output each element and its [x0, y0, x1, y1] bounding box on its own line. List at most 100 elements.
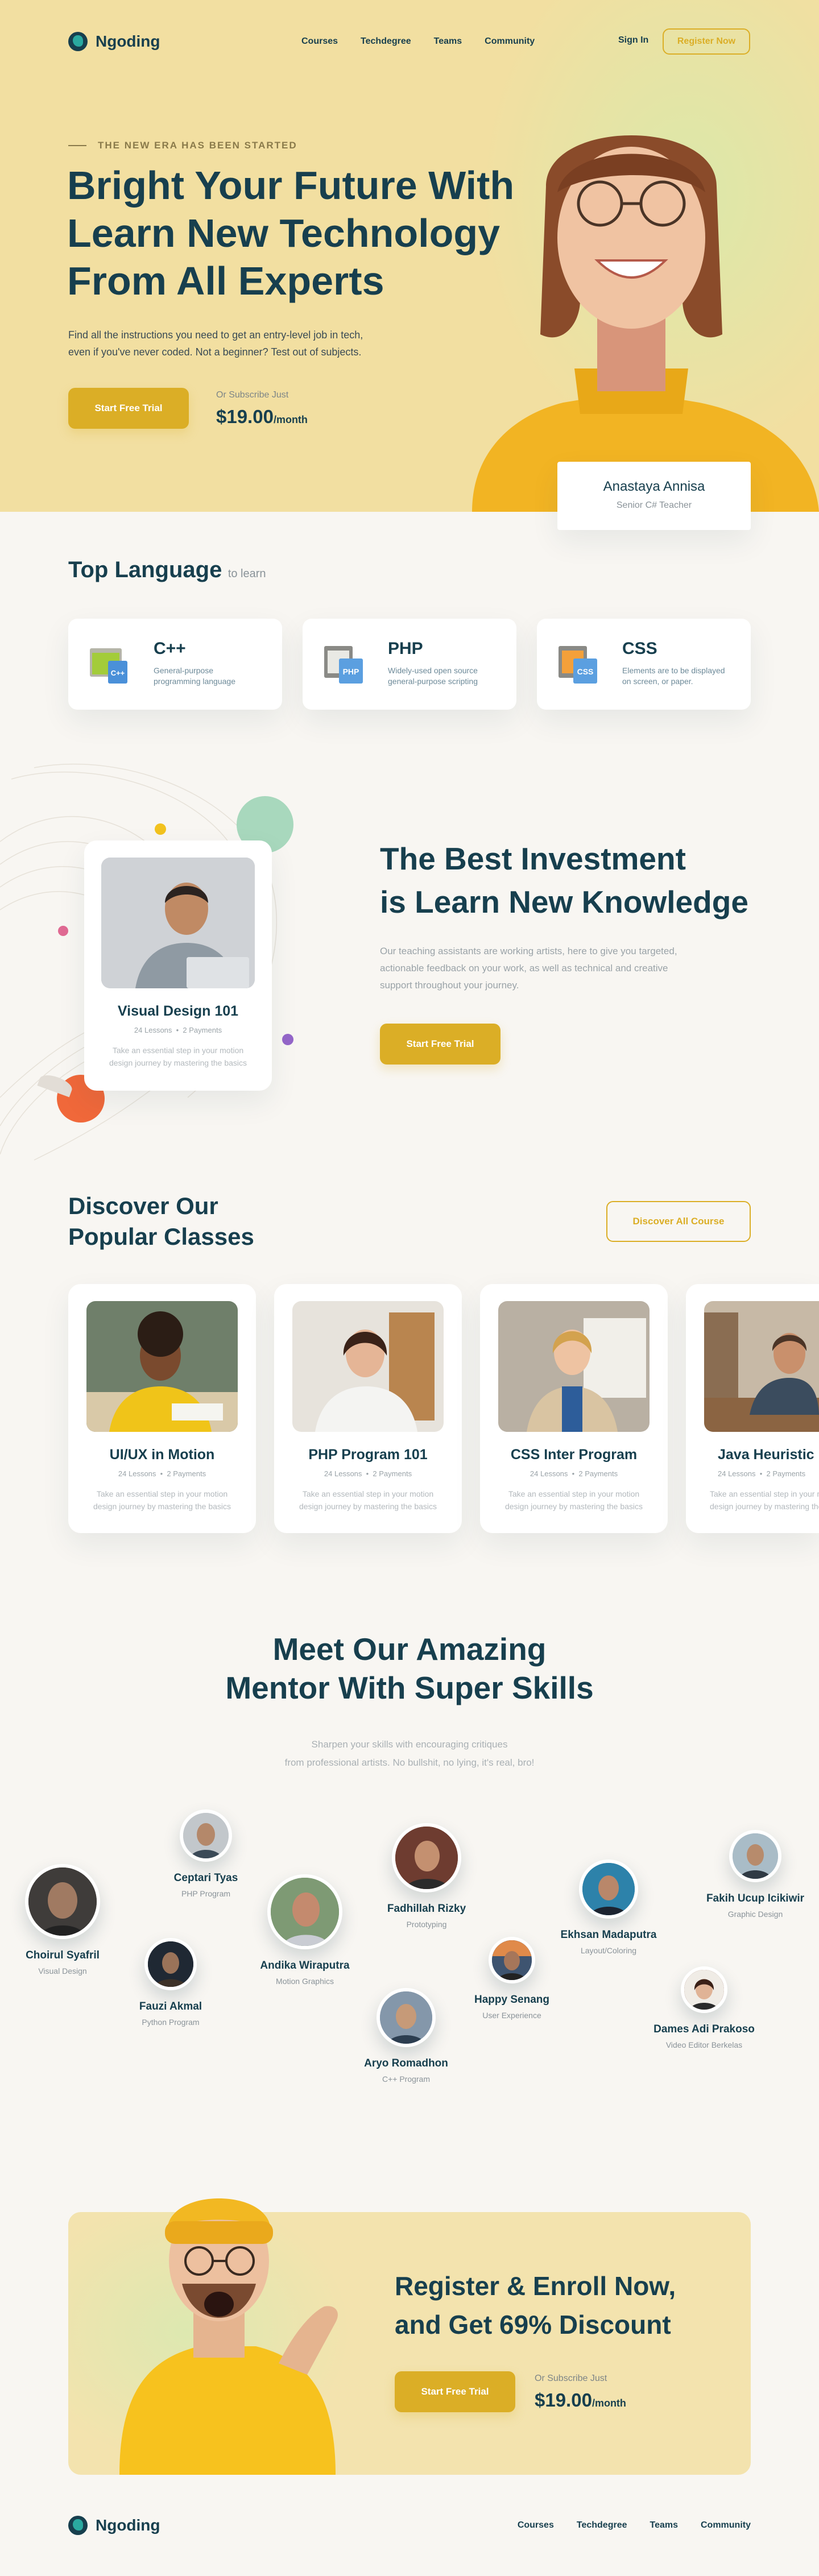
brand-logo[interactable]: Ngoding — [68, 32, 160, 51]
svg-text:PHP: PHP — [343, 667, 359, 676]
class-desc-line: design journey by mastering the basics — [299, 1502, 437, 1511]
mentors-title-line: Mentor With Super Skills — [225, 1670, 594, 1705]
mentor-card[interactable]: Fakih Ucup Icikiwir Graphic Design — [698, 1830, 812, 1919]
investment-desc-line: support throughout your journey. — [380, 980, 519, 991]
teacher-role: Senior C# Teacher — [616, 500, 692, 510]
language-desc: Elements are to be displayed on screen, o… — [622, 665, 725, 687]
language-card-php[interactable]: PHP PHP Widely-used open source general-p… — [303, 619, 516, 710]
language-card-css[interactable]: CSS CSS Elements are to be displayed on s… — [537, 619, 751, 710]
class-card[interactable]: CSS Inter Program 24 Lessons • 2 Payment… — [480, 1284, 668, 1533]
mentor-card[interactable]: Fadhillah Rizky Prototyping — [370, 1823, 483, 1929]
php-file-icon: PHP — [324, 646, 363, 684]
start-free-trial-button[interactable]: Start Free Trial — [68, 388, 189, 429]
class-meta: 24 Lessons • 2 Payments — [324, 1469, 412, 1478]
mentor-card[interactable]: Ekhsan Madaputra Layout/Coloring — [552, 1859, 665, 1955]
investment-description: Our teaching assistants are working arti… — [380, 943, 677, 994]
decor-dot-pink — [58, 926, 68, 936]
mentors-desc-line: Sharpen your skills with encouraging cri… — [311, 1739, 508, 1750]
mentor-card[interactable]: Choirul Syafril Visual Design — [0, 1864, 125, 1976]
footer-logo[interactable]: Ngoding — [68, 2516, 160, 2535]
class-title: CSS Inter Program — [510, 1447, 638, 1463]
mentor-name: Fauzi Akmal — [139, 2001, 202, 2012]
mentor-role: User Experience — [482, 2011, 541, 2020]
class-meta: 24 Lessons • 2 Payments — [530, 1469, 618, 1478]
hero-teacher-photo — [449, 96, 819, 512]
class-thumbnail — [498, 1301, 650, 1432]
mentor-avatar — [144, 1938, 197, 1990]
mentor-card[interactable]: Fauzi Akmal Python Program — [114, 1938, 228, 2027]
brand-name: Ngoding — [96, 32, 160, 50]
nav-techdegree[interactable]: Techdegree — [361, 36, 411, 46]
mentor-card[interactable]: Ceptari Tyas PHP Program — [149, 1809, 263, 1898]
language-desc-line: Widely-used open source — [388, 666, 478, 675]
sign-in-link[interactable]: Sign In — [618, 35, 648, 45]
featured-course-card[interactable]: Visual Design 101 24 Lessons • 2 Payment… — [84, 840, 272, 1091]
language-desc-line: Elements are to be displayed — [622, 666, 725, 675]
class-card[interactable]: Java Heuristic U 24 Lessons • 2 Payments… — [686, 1284, 819, 1533]
mentor-card[interactable]: Aryo Romadhon C++ Program — [349, 1988, 463, 2084]
nav-teams[interactable]: Teams — [434, 36, 462, 46]
register-now-button[interactable]: Register Now — [663, 28, 750, 55]
footer-nav-techdegree[interactable]: Techdegree — [577, 2520, 627, 2530]
decor-dot-purple — [282, 1034, 293, 1045]
investment-start-trial-button[interactable]: Start Free Trial — [380, 1024, 500, 1065]
mentors-desc-line: from professional artists. No bullshit, … — [284, 1757, 535, 1768]
nav-community[interactable]: Community — [485, 36, 535, 46]
lessons-count: 24 Lessons — [718, 1469, 756, 1478]
class-title: UI/UX in Motion — [109, 1447, 215, 1463]
payments-count: 2 Payments — [373, 1469, 412, 1478]
footer-brand-name: Ngoding — [96, 2516, 160, 2534]
svg-text:CSS: CSS — [577, 667, 594, 676]
register-start-trial-button[interactable]: Start Free Trial — [395, 2371, 515, 2412]
class-meta: 24 Lessons • 2 Payments — [718, 1469, 806, 1478]
footer-nav-teams[interactable]: Teams — [650, 2520, 678, 2530]
language-desc: General-purpose programming language — [154, 665, 235, 687]
teacher-name-card: Anastaya Annisa Senior C# Teacher — [557, 462, 751, 530]
price-value: $19.00 — [535, 2389, 592, 2411]
course-title: Visual Design 101 — [117, 1003, 239, 1019]
mentor-card[interactable]: Andika Wiraputra Motion Graphics — [248, 1874, 362, 1986]
register-title: Register & Enroll Now, and Get 69% Disco… — [395, 2267, 676, 2344]
lessons-count: 24 Lessons — [530, 1469, 568, 1478]
mentor-card[interactable]: Dames Adi Prakoso Video Editor Berkelas — [647, 1966, 761, 2049]
mentor-role: Motion Graphics — [276, 1977, 334, 1986]
footer-nav-community[interactable]: Community — [701, 2520, 751, 2530]
register-title-line: and Get 69% Discount — [395, 2310, 671, 2339]
logo-icon — [68, 2516, 88, 2535]
mentor-role: PHP Program — [181, 1889, 231, 1898]
cpp-file-icon: C++ — [90, 648, 127, 684]
nav-courses[interactable]: Courses — [301, 36, 338, 46]
language-name: C++ — [154, 639, 186, 658]
investment-desc-line: Our teaching assistants are working arti… — [380, 946, 677, 956]
subscribe-label: Or Subscribe Just — [216, 390, 289, 400]
mentor-avatar — [489, 1937, 535, 1983]
mentor-name: Choirul Syafril — [26, 1949, 100, 1961]
class-card[interactable]: UI/UX in Motion 24 Lessons • 2 Payments … — [68, 1284, 256, 1533]
class-desc: Take an essential step in your motion des… — [68, 1488, 256, 1513]
discover-all-course-button[interactable]: Discover All Course — [606, 1201, 751, 1242]
register-person-photo — [108, 2170, 347, 2475]
language-name: CSS — [622, 639, 657, 658]
course-desc: Take an essential step in your motion des… — [84, 1044, 272, 1069]
language-card-cpp[interactable]: C++ C++ General-purpose programming langu… — [68, 619, 282, 710]
price-value: $19.00 — [216, 406, 274, 427]
mentor-avatar — [729, 1830, 781, 1882]
mentor-role: Visual Design — [38, 1966, 87, 1976]
classes-title: Discover Our Popular Classes — [68, 1191, 254, 1252]
payments-count: 2 Payments — [167, 1469, 206, 1478]
mentor-name: Ekhsan Madaputra — [560, 1929, 657, 1941]
footer-nav-courses[interactable]: Courses — [518, 2520, 554, 2530]
mentors-title: Meet Our Amazing Mentor With Super Skill… — [0, 1630, 819, 1707]
mentor-avatar — [579, 1859, 638, 1919]
mentor-name: Fadhillah Rizky — [387, 1903, 466, 1915]
investment-title-line: The Best Investment — [380, 841, 686, 876]
class-title: PHP Program 101 — [308, 1447, 428, 1463]
mentor-name: Happy Senang — [474, 1994, 549, 2006]
class-card[interactable]: PHP Program 101 24 Lessons • 2 Payments … — [274, 1284, 462, 1533]
lessons-count: 24 Lessons — [324, 1469, 362, 1478]
mentor-role: Graphic Design — [727, 1910, 783, 1919]
class-desc-line: Take an essential step in your motion — [710, 1489, 819, 1498]
class-desc-line: design journey by mastering the basics — [504, 1502, 643, 1511]
language-desc-line: programming language — [154, 677, 235, 686]
section-title: Top Language — [68, 557, 222, 582]
